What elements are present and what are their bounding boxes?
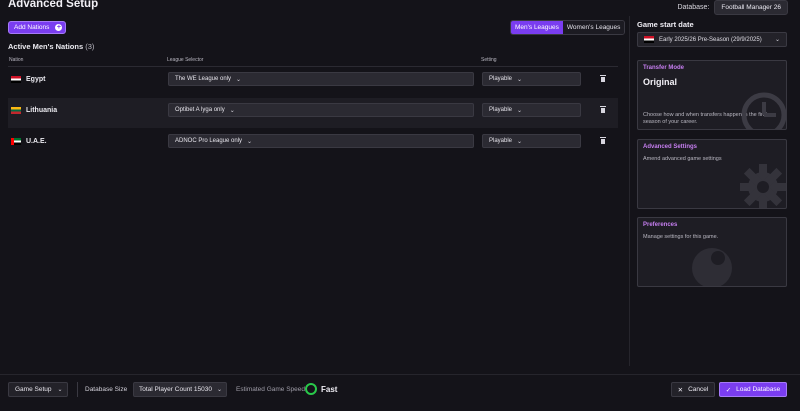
- game-start-dropdown[interactable]: Early 2025/26 Pre-Season (29/9/2025) ⌄: [637, 32, 787, 47]
- card-title: Advanced Settings: [643, 144, 698, 150]
- player-count-value: Total Player Count 15030: [139, 386, 212, 393]
- database-info: Database: Football Manager 26: [677, 0, 788, 15]
- lithuania-flag-icon: [11, 107, 21, 114]
- database-label: Database:: [677, 4, 710, 11]
- game-setup-dropdown[interactable]: Game Setup ⌄: [8, 382, 68, 397]
- clock-icon: [741, 92, 786, 129]
- uae-flag-icon: [11, 138, 21, 145]
- load-database-label: Load Database: [736, 386, 781, 393]
- database-value: Football Manager 26: [714, 0, 788, 15]
- footer-separator: [77, 382, 78, 397]
- league-selector-value: The WE League only: [175, 76, 232, 82]
- add-nations-button[interactable]: Add Nations +: [8, 21, 66, 34]
- setting-dropdown[interactable]: Playable ⌄: [482, 103, 581, 117]
- preferences-card[interactable]: Preferences Manage settings for this gam…: [637, 217, 787, 287]
- table-row: Lithuania Optibet A lyga only ⌄ Playable…: [8, 98, 618, 128]
- tab-womens-leagues[interactable]: Women's Leagues: [562, 21, 625, 34]
- gear-icon: [740, 164, 786, 208]
- check-icon: ✓: [725, 386, 732, 394]
- league-selector-value: ADNOC Pro League only: [175, 138, 243, 144]
- nation-cell: U.A.E.: [11, 138, 47, 145]
- footer-divider: [0, 374, 800, 375]
- transfer-mode-card[interactable]: Transfer Mode Original Choose how and wh…: [637, 60, 787, 130]
- setting-value: Playable: [489, 138, 513, 144]
- chevron-down-icon: ⌄: [247, 138, 253, 145]
- section-title: Active Men's Nations (3): [8, 42, 94, 51]
- cancel-label: Cancel: [688, 386, 709, 393]
- delete-icon[interactable]: [600, 137, 606, 144]
- nation-name: Egypt: [26, 76, 46, 83]
- close-icon: ✕: [677, 386, 684, 394]
- load-database-button[interactable]: ✓ Load Database: [719, 382, 787, 397]
- chevron-down-icon: ⌄: [217, 387, 223, 393]
- delete-icon[interactable]: [600, 75, 606, 82]
- setting-dropdown[interactable]: Playable ⌄: [482, 72, 581, 86]
- chevron-down-icon: ⌄: [229, 107, 235, 114]
- table-row: U.A.E. ADNOC Pro League only ⌄ Playable …: [8, 129, 618, 159]
- egypt-flag-icon: [11, 76, 21, 83]
- column-header-setting: Setting: [481, 57, 497, 63]
- tab-mens-leagues[interactable]: Men's Leagues: [511, 21, 563, 34]
- game-start-label: Game start date: [637, 20, 694, 29]
- nation-count: (3): [85, 42, 95, 51]
- chevron-down-icon: ⌄: [517, 138, 523, 145]
- game-speed-value: Fast: [321, 385, 338, 394]
- league-selector-value: Optibet A lyga only: [175, 107, 225, 113]
- setting-value: Playable: [489, 76, 513, 82]
- delete-icon[interactable]: [600, 106, 606, 113]
- speed-indicator-icon: [305, 383, 317, 395]
- card-title: Transfer Mode: [643, 65, 685, 71]
- cancel-button[interactable]: ✕ Cancel: [671, 382, 715, 397]
- preferences-icon: [692, 248, 732, 286]
- game-speed-label: Estimated Game Speed: [236, 386, 306, 393]
- section-title-text: Active Men's Nations: [8, 42, 84, 51]
- column-header-league: League Selector: [167, 57, 204, 63]
- nation-cell: Lithuania: [11, 107, 57, 114]
- card-title: Preferences: [643, 222, 678, 228]
- add-nations-label: Add Nations: [14, 24, 50, 31]
- panel-divider: [629, 16, 630, 366]
- plus-icon: +: [55, 24, 63, 31]
- setting-dropdown[interactable]: Playable ⌄: [482, 134, 581, 148]
- league-selector-dropdown[interactable]: Optibet A lyga only ⌄: [168, 103, 474, 117]
- chevron-down-icon: ⌄: [236, 76, 242, 83]
- card-value: Original: [643, 77, 678, 87]
- table-row: Egypt The WE League only ⌄ Playable ⌄: [8, 67, 618, 97]
- chevron-down-icon: ⌄: [57, 387, 63, 393]
- database-size-label: Database Size: [85, 386, 128, 393]
- nation-name: U.A.E.: [26, 138, 47, 145]
- nation-cell: Egypt: [11, 76, 45, 83]
- league-selector-dropdown[interactable]: ADNOC Pro League only ⌄: [168, 134, 474, 148]
- chevron-down-icon: ⌄: [774, 37, 780, 43]
- page-title: Advanced Setup: [8, 0, 99, 10]
- league-tabs: Men's Leagues Women's Leagues: [510, 20, 626, 35]
- league-selector-dropdown[interactable]: The WE League only ⌄: [168, 72, 474, 86]
- chevron-down-icon: ⌄: [517, 76, 523, 83]
- egypt-flag-icon: [644, 36, 654, 43]
- chevron-down-icon: ⌄: [517, 107, 523, 114]
- nation-name: Lithuania: [26, 107, 58, 114]
- setting-value: Playable: [489, 107, 513, 113]
- game-setup-label: Game Setup: [15, 386, 52, 393]
- advanced-settings-card[interactable]: Advanced Settings Amend advanced game se…: [637, 139, 787, 209]
- column-header-nation: Nation: [9, 57, 24, 63]
- player-count-dropdown[interactable]: Total Player Count 15030 ⌄: [133, 382, 227, 397]
- game-start-value: Early 2025/26 Pre-Season (29/9/2025): [659, 36, 762, 43]
